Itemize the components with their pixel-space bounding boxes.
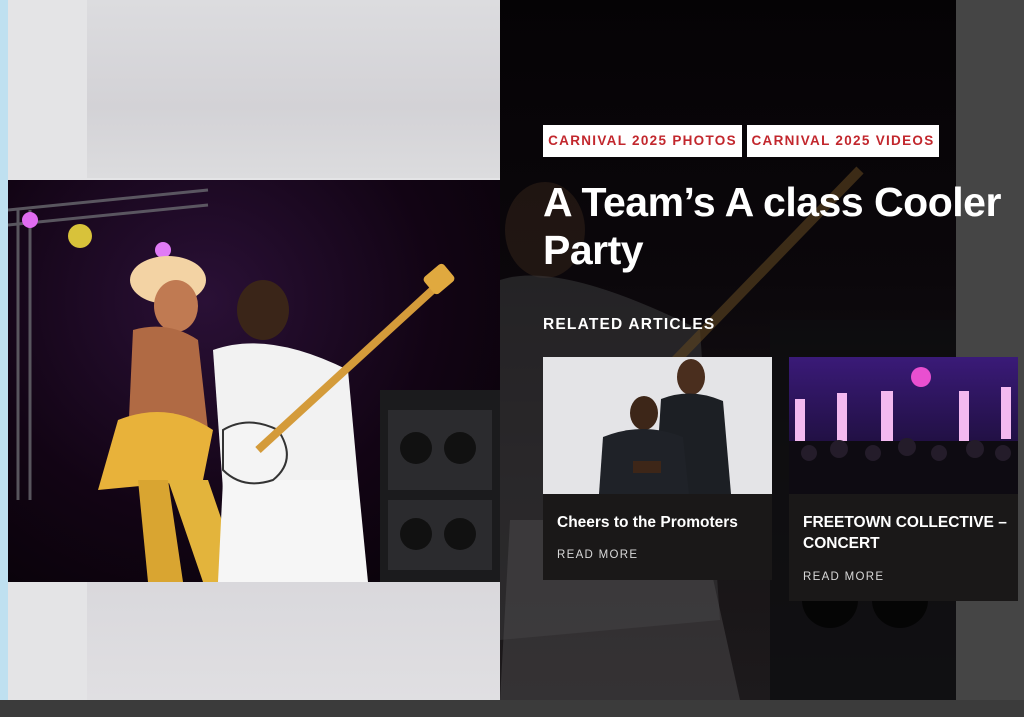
- promoters-thumbnail[interactable]: [543, 357, 772, 494]
- faded-image-bottom: [87, 582, 500, 700]
- left-edge-stripe: [0, 0, 8, 717]
- article-title: A Team’s A class Cooler Party: [543, 179, 1001, 273]
- related-card-promoters[interactable]: Cheers to the Promoters READ MORE: [543, 357, 772, 580]
- related-card-title[interactable]: FREETOWN COLLECTIVE – CONCERT: [803, 512, 1008, 554]
- tag-carnival-videos[interactable]: CARNIVAL 2025 VIDEOS: [747, 125, 939, 157]
- tag-carnival-photos[interactable]: CARNIVAL 2025 PHOTOS: [543, 125, 742, 157]
- related-articles-heading: RELATED ARTICLES: [543, 316, 716, 333]
- related-card-freetown[interactable]: FREETOWN COLLECTIVE – CONCERT READ MORE: [789, 357, 1018, 601]
- read-more-link[interactable]: READ MORE: [803, 571, 884, 583]
- featured-photo[interactable]: [8, 180, 500, 582]
- faded-image-top: [87, 0, 500, 178]
- read-more-link[interactable]: READ MORE: [557, 549, 638, 561]
- related-card-title[interactable]: Cheers to the Promoters: [557, 512, 762, 533]
- bottom-bar: [0, 700, 1024, 717]
- freetown-thumbnail[interactable]: [789, 357, 1018, 494]
